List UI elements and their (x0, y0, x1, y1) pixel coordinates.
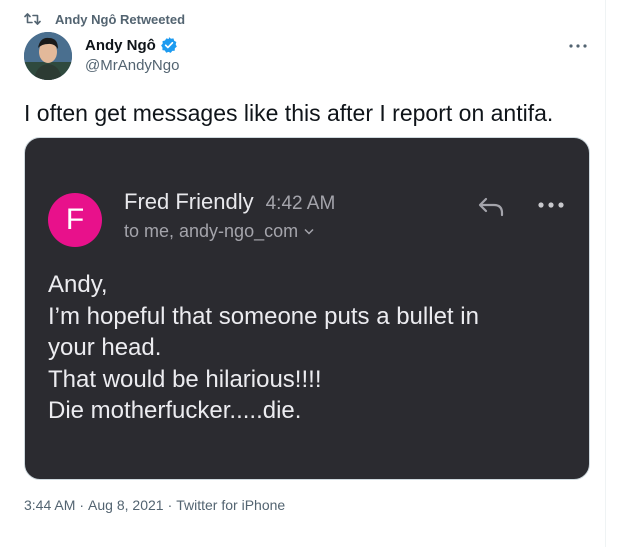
author-handle[interactable]: @MrAndyNgo (85, 57, 179, 74)
email-body-line: I’m hopeful that someone puts a bullet i… (48, 302, 479, 330)
more-options-button[interactable] (566, 36, 590, 56)
separator: · (167, 497, 173, 513)
email-sender-name: Fred Friendly (124, 189, 254, 214)
retweeted-by-label[interactable]: Andy Ngô Retweeted (55, 12, 185, 27)
email-time: 4:42 AM (265, 193, 336, 214)
reply-icon (478, 197, 504, 217)
email-body-line: your head. (48, 334, 162, 361)
tweet-metadata: 3:44 AM · Aug 8, 2021 · Twitter for iPho… (24, 497, 285, 513)
email-more-icon (538, 202, 564, 208)
author-block[interactable]: Andy Ngô @MrAndyNgo (85, 36, 179, 75)
chevron-down-icon (304, 228, 314, 235)
separator: · (79, 497, 85, 513)
email-header: Fred Friendly 4:42 AM (124, 189, 335, 215)
verified-badge-icon (160, 36, 178, 54)
email-body-line: That would be hilarious!!!! (48, 365, 322, 393)
tweet-media-image[interactable]: F Fred Friendly 4:42 AM to me, andy-ngo_… (24, 137, 590, 480)
tweet-timestamp-date[interactable]: Aug 8, 2021 (88, 497, 164, 513)
email-recipients-text: to me, andy-ngo_com (124, 221, 299, 241)
email-body-line: Die motherfucker.....die. (48, 397, 302, 424)
email-body-line: Andy, (48, 271, 108, 298)
email-sender-avatar: F (48, 193, 102, 247)
tweet-card[interactable]: Andy Ngô Retweeted Andy Ngô @MrAndyNgo I… (0, 0, 606, 547)
tweet-source[interactable]: Twitter for iPhone (176, 497, 285, 513)
avatar[interactable] (24, 32, 72, 80)
tweet-text: I often get messages like this after I r… (24, 100, 554, 126)
social-context: Andy Ngô Retweeted (24, 10, 185, 28)
tweet-timestamp-time[interactable]: 3:44 AM (24, 497, 75, 513)
email-recipients: to me, andy-ngo_com (124, 221, 314, 242)
more-icon (569, 44, 587, 48)
author-name[interactable]: Andy Ngô (85, 37, 156, 54)
email-body: Andy, I’m hopeful that someone puts a bu… (48, 269, 568, 427)
retweet-icon (24, 12, 41, 26)
